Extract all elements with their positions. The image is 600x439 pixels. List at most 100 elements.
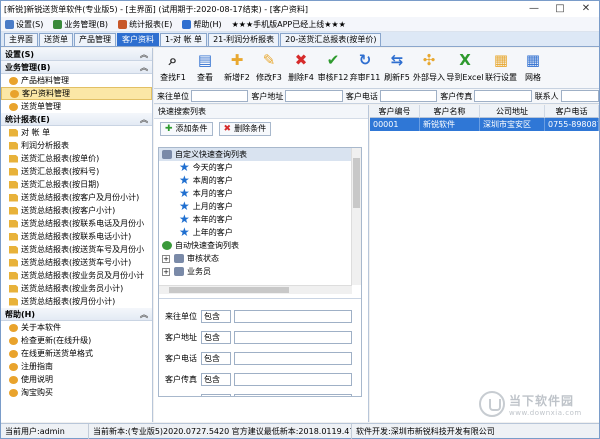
toolbar-button-0[interactable]: ⌕ 查找F1 [157, 48, 189, 89]
sidebar-item[interactable]: 客户资料管理 [1, 87, 152, 100]
grid-column-header[interactable]: 客户编号 [370, 105, 420, 118]
excel-icon: X [459, 51, 471, 69]
grid-column-header[interactable]: 公司地址 [480, 105, 545, 118]
sidebar-item-label: 送货汇总报表(按单价) [21, 154, 100, 163]
condition-operator[interactable]: 包含 [201, 309, 231, 323]
sidebar-section-0[interactable]: 设置(S) ︽ [1, 48, 152, 61]
sidebar-item[interactable]: 产品档料管理 [1, 74, 152, 87]
toolbar-label: 删除F4 [288, 73, 314, 82]
sidebar-item[interactable]: 关于本软件 [1, 321, 152, 334]
toolbar-button-10[interactable]: ▦ 联行设置 [485, 48, 517, 89]
condition-value-input[interactable] [234, 351, 352, 365]
tree-item[interactable]: ★ 上年的客户 [159, 226, 352, 239]
menu-item-4[interactable]: ★★★手机版APP已经上线★★★ [232, 19, 346, 30]
tab-5[interactable]: 21-利润分析报表 [208, 33, 280, 46]
sidebar-item[interactable]: 送货总结报表(按客户及月份小计) [1, 191, 152, 204]
sidebar-item[interactable]: 送货总结报表(按联系电话小计) [1, 230, 152, 243]
tab-2[interactable]: 产品管理 [74, 33, 116, 46]
menu-item-0[interactable]: 设置(S) [5, 19, 43, 30]
toolbar-button-7[interactable]: ⇆ 刷新F5 [381, 48, 413, 89]
toolbar-button-9[interactable]: X 导到Excel [445, 48, 485, 89]
report-icon [9, 232, 18, 241]
tab-6[interactable]: 20-送货汇总报表(按单价) [280, 33, 382, 46]
tree-horizontal-scrollbar[interactable] [159, 285, 352, 294]
maximize-button[interactable]: □ [547, 1, 573, 17]
condition-value-input[interactable] [234, 330, 352, 344]
sidebar-item[interactable]: 送货总结报表(按联系电话及月份小 [1, 217, 152, 230]
chevron-up-icon: ︽ [140, 50, 148, 59]
tab-1[interactable]: 送货单 [39, 33, 73, 46]
sidebar-item[interactable]: 对 帐 单 [1, 126, 152, 139]
add-condition-button[interactable]: ✚ 添加条件 [160, 122, 213, 136]
sidebar-item[interactable]: 注册指南 [1, 360, 152, 373]
toolbar-label: 弃审F11 [349, 73, 381, 82]
gear-icon [9, 388, 18, 397]
tree-vertical-scrollbar[interactable] [351, 148, 361, 285]
field-input[interactable] [285, 90, 343, 102]
grid-cell: 深圳市宝安区 [480, 118, 545, 131]
toolbar-button-11[interactable]: ▦ 网格 [517, 48, 549, 89]
sidebar-item[interactable]: 淘宝购买 [1, 386, 152, 399]
folder-icon [174, 254, 184, 263]
sidebar-item[interactable]: 检查更新(在线升级) [1, 334, 152, 347]
menu-item-1[interactable]: 业务管理(B) [53, 19, 108, 30]
delete-condition-button[interactable]: ✖ 删除条件 [218, 122, 272, 136]
field-input[interactable] [191, 90, 249, 102]
minimize-button[interactable]: — [521, 1, 547, 17]
field-input[interactable] [474, 90, 532, 102]
sidebar-item[interactable]: 送货总结报表(按送货车号及月份小 [1, 243, 152, 256]
condition-operator[interactable]: 包含 [201, 330, 231, 344]
tree-group[interactable]: 自动快速查询列表 [159, 239, 352, 252]
menu-item-2[interactable]: 统计报表(E) [118, 19, 172, 30]
toolbar-button-8[interactable]: ✣ 外部导入 [413, 48, 445, 89]
grid-column-header[interactable]: 客户名称 [420, 105, 480, 118]
sidebar-item[interactable]: 在线更新送货单格式 [1, 347, 152, 360]
toolbar-button-3[interactable]: ✎ 修改F3 [253, 48, 285, 89]
menu-item-3[interactable]: 帮助(H) [182, 19, 222, 30]
title-bar: [新锐]新锐送货单软件(专业版5) - [主界面] (试用期于:2020-08-… [1, 1, 599, 17]
sidebar-item[interactable]: 送货汇总报表(按日期) [1, 178, 152, 191]
condition-value-input[interactable] [234, 309, 352, 323]
tree-label: 本周的客户 [192, 176, 233, 185]
sidebar-item[interactable]: 使用说明 [1, 373, 152, 386]
sidebar-item[interactable]: 送货总结报表(按业务员及月份小计 [1, 269, 152, 282]
toolbar-button-6[interactable]: ↻ 弃审F11 [349, 48, 381, 89]
tab-3[interactable]: 客户资料 [117, 33, 159, 46]
tree-item[interactable]: + 业务员 [159, 265, 352, 278]
sidebar-section-3[interactable]: 帮助(H) ︽ [1, 308, 152, 321]
field-input[interactable] [560, 90, 599, 102]
tree-label: 本年的客户 [192, 215, 233, 224]
toolbar-button-5[interactable]: ✔ 审核F12 [317, 48, 349, 89]
sidebar-item[interactable]: 送货汇总报表(按单价) [1, 152, 152, 165]
tree-item[interactable]: + 审核状态 [159, 252, 352, 265]
sidebar-item[interactable]: 利润分析报表 [1, 139, 152, 152]
condition-value-input[interactable] [234, 393, 352, 396]
close-button[interactable]: ✕ [573, 1, 599, 17]
table-row[interactable]: 00001新锐软件深圳市宝安区0755-89808745 [370, 118, 599, 131]
toolbar-button-4[interactable]: ✖ 删除F4 [285, 48, 317, 89]
sidebar-item[interactable]: 送货总结报表(按月份小计) [1, 295, 152, 308]
report-icon [9, 245, 18, 254]
gear-icon [9, 102, 18, 111]
sidebar-section-1[interactable]: 业务管理(B) ︽ [1, 61, 152, 74]
field-input[interactable] [379, 90, 438, 102]
field-label: 来往单位 [157, 91, 189, 101]
condition-operator[interactable]: 包含 [201, 372, 231, 386]
condition-value-input[interactable] [234, 372, 352, 386]
grid-column-header[interactable]: 客户电话 [545, 105, 599, 118]
sidebar-item-label: 产品档料管理 [21, 76, 69, 85]
toolbar-button-1[interactable]: ▤ 查看 [189, 48, 221, 89]
sidebar-item[interactable]: 送货汇总报表(按料号) [1, 165, 152, 178]
sidebar-item[interactable]: 送货总结报表(按客户小计) [1, 204, 152, 217]
sidebar-item[interactable]: 送货总结报表(按送货车号小计) [1, 256, 152, 269]
tab-0[interactable]: 主界面 [4, 33, 38, 46]
condition-operator[interactable]: 包含 [201, 393, 231, 396]
toolbar-button-2[interactable]: ✚ 新增F2 [221, 48, 253, 89]
sidebar-item-label: 关于本软件 [21, 323, 61, 332]
menu-label: 统计报表(E) [129, 19, 173, 29]
sidebar-section-2[interactable]: 统计报表(E) ︽ [1, 113, 152, 126]
sidebar-item[interactable]: 送货总结报表(按业务员小计) [1, 282, 152, 295]
tab-4[interactable]: 1-对 帐 单 [160, 33, 208, 46]
condition-operator[interactable]: 包含 [201, 351, 231, 365]
sidebar-item[interactable]: 送货单管理 [1, 100, 152, 113]
